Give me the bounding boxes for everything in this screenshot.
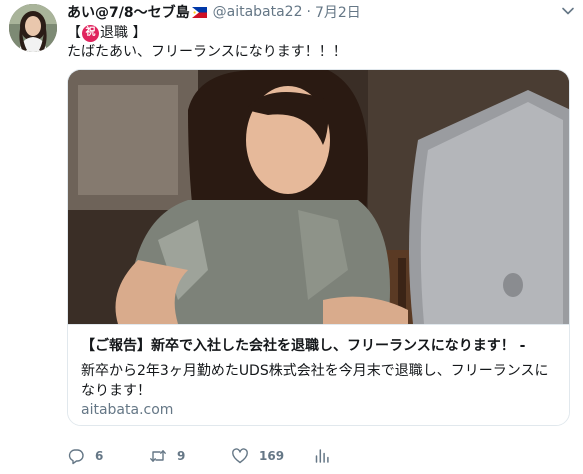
reply-count: 6: [95, 449, 104, 463]
tweet[interactable]: あい@7/8〜セブ島 @aitabata22 · 7月2日 【 祝 退職 】 た…: [0, 0, 583, 474]
card-photo: [68, 70, 569, 324]
iwai-badge-icon: 祝: [82, 24, 99, 42]
user-handle[interactable]: @aitabata22: [213, 4, 303, 20]
card-domain[interactable]: aitabata.com: [81, 402, 173, 418]
tweet-text-line-2: たばたあい、フリーランスになります！！！: [67, 44, 347, 60]
heart-icon: [232, 448, 248, 464]
display-name[interactable]: あい@7/8〜セブ島: [67, 2, 190, 22]
tweet-text-rest: 退職 】: [100, 25, 147, 41]
tweet-text-line-1: 【 祝 退職 】: [67, 23, 146, 43]
like-count: 169: [259, 449, 285, 463]
link-card[interactable]: 【ご報告】新卒で入社した会社を退職し、フリーランスになります！ - 新卒から2年…: [67, 69, 570, 426]
separator-dot: ·: [306, 4, 311, 20]
card-title[interactable]: 【ご報告】新卒で入社した会社を退職し、フリーランスになります！ -: [81, 337, 559, 355]
analytics-button[interactable]: [313, 447, 331, 465]
bracket-open: 【: [67, 25, 81, 41]
tweet-date[interactable]: 7月2日: [315, 2, 361, 22]
chevron-down-icon[interactable]: [561, 4, 575, 18]
tweet-header: あい@7/8〜セブ島 @aitabata22 · 7月2日: [67, 2, 361, 22]
retweet-count: 9: [177, 449, 186, 463]
avatar-photo: [9, 4, 57, 52]
avatar[interactable]: [9, 4, 57, 52]
reply-button[interactable]: 6: [67, 447, 103, 465]
retweet-icon: [150, 450, 166, 462]
retweet-button[interactable]: 9: [149, 447, 185, 465]
analytics-icon: [315, 449, 329, 463]
philippines-flag-icon: [191, 6, 207, 18]
card-text-area[interactable]: 【ご報告】新卒で入社した会社を退職し、フリーランスになります！ - 新卒から2年…: [68, 324, 569, 425]
card-image[interactable]: [68, 70, 569, 324]
like-button[interactable]: 169: [231, 447, 284, 465]
card-description: 新卒から2年3ヶ月勤めたUDS株式会社を今月末で退職し、フリーランスになります！: [81, 363, 549, 399]
reply-icon: [68, 449, 84, 465]
